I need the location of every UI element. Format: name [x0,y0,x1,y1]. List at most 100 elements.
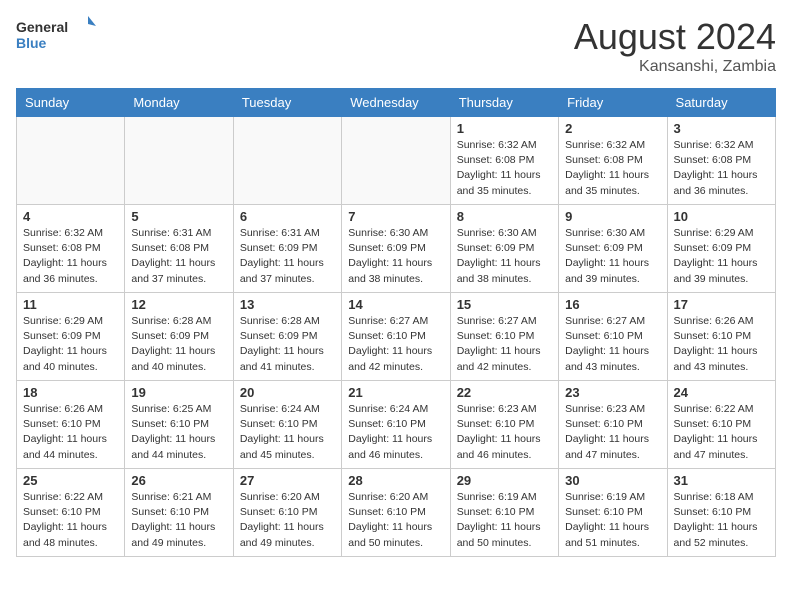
calendar-cell: 2Sunrise: 6:32 AMSunset: 6:08 PMDaylight… [559,117,667,205]
day-number: 7 [348,209,443,224]
generalblue-logo-icon: General Blue [16,16,96,54]
day-info: Sunrise: 6:25 AMSunset: 6:10 PMDaylight:… [131,402,226,463]
header-saturday: Saturday [667,89,775,117]
header-friday: Friday [559,89,667,117]
day-number: 1 [457,121,552,136]
calendar-cell: 15 Sunrise: 6:27 AMSunset: 6:10 PMDayligh… [450,293,558,381]
calendar-cell: 20 Sunrise: 6:24 AMSunset: 6:10 PMDayligh… [233,381,341,469]
svg-text:General: General [16,19,68,35]
header-wednesday: Wednesday [342,89,450,117]
day-info: Sunrise: 6:18 AMSunset: 6:10 PMDaylight:… [674,490,769,551]
title-area: August 2024 Kansanshi, Zambia [574,16,776,76]
calendar-cell: 19 Sunrise: 6:25 AMSunset: 6:10 PMDayligh… [125,381,233,469]
day-info: Sunrise: 6:32 AMSunset: 6:08 PMDaylight:… [674,138,769,199]
calendar-cell: 16Sunrise: 6:27 AMSunset: 6:10 PMDayligh… [559,293,667,381]
day-info: Sunrise: 6:30 AMSunset: 6:09 PMDaylight:… [565,226,660,287]
calendar-cell: 9 Sunrise: 6:30 AMSunset: 6:09 PMDaylight… [559,205,667,293]
day-info: Sunrise: 6:26 AMSunset: 6:10 PMDaylight:… [674,314,769,375]
calendar-cell [17,117,125,205]
calendar-cell [342,117,450,205]
day-number: 23 [565,385,660,400]
calendar-cell: 30 Sunrise: 6:19 AMSunset: 6:10 PMDayligh… [559,469,667,557]
day-number: 27 [240,473,335,488]
day-info: Sunrise: 6:32 AMSunset: 6:08 PMDaylight:… [23,226,118,287]
calendar-cell: 5 Sunrise: 6:31 AMSunset: 6:08 PMDaylight… [125,205,233,293]
day-number: 29 [457,473,552,488]
day-number: 30 [565,473,660,488]
day-number: 8 [457,209,552,224]
calendar-cell: 3 Sunrise: 6:32 AMSunset: 6:08 PMDaylight… [667,117,775,205]
day-info: Sunrise: 6:29 AMSunset: 6:09 PMDaylight:… [674,226,769,287]
calendar-cell: 1 Sunrise: 6:32 AMSunset: 6:08 PMDaylight… [450,117,558,205]
day-number: 22 [457,385,552,400]
calendar-cell: 8Sunrise: 6:30 AMSunset: 6:09 PMDaylight… [450,205,558,293]
day-info: Sunrise: 6:32 AMSunset: 6:08 PMDaylight:… [457,138,552,199]
week-row-4: 18 Sunrise: 6:26 AMSunset: 6:10 PMDayligh… [17,381,776,469]
week-row-2: 4 Sunrise: 6:32 AMSunset: 6:08 PMDaylight… [17,205,776,293]
day-number: 12 [131,297,226,312]
day-info: Sunrise: 6:21 AMSunset: 6:10 PMDaylight:… [131,490,226,551]
calendar-cell: 27 Sunrise: 6:20 AMSunset: 6:10 PMDayligh… [233,469,341,557]
day-number: 26 [131,473,226,488]
day-info: Sunrise: 6:32 AMSunset: 6:08 PMDaylight:… [565,138,660,199]
calendar-cell: 14Sunrise: 6:27 AMSunset: 6:10 PMDayligh… [342,293,450,381]
calendar-title: August 2024 [574,16,776,58]
week-row-5: 25Sunrise: 6:22 AMSunset: 6:10 PMDayligh… [17,469,776,557]
header-tuesday: Tuesday [233,89,341,117]
calendar-cell [233,117,341,205]
day-number: 24 [674,385,769,400]
calendar-cell: 29 Sunrise: 6:19 AMSunset: 6:10 PMDayligh… [450,469,558,557]
svg-text:Blue: Blue [16,35,47,51]
day-number: 16 [565,297,660,312]
day-number: 18 [23,385,118,400]
day-number: 3 [674,121,769,136]
day-number: 5 [131,209,226,224]
day-info: Sunrise: 6:23 AMSunset: 6:10 PMDaylight:… [457,402,552,463]
day-info: Sunrise: 6:29 AMSunset: 6:09 PMDaylight:… [23,314,118,375]
day-info: Sunrise: 6:27 AMSunset: 6:10 PMDaylight:… [457,314,552,375]
day-number: 6 [240,209,335,224]
calendar-cell: 4 Sunrise: 6:32 AMSunset: 6:08 PMDaylight… [17,205,125,293]
day-number: 4 [23,209,118,224]
calendar-subtitle: Kansanshi, Zambia [574,58,776,76]
day-number: 28 [348,473,443,488]
day-number: 20 [240,385,335,400]
day-number: 10 [674,209,769,224]
calendar-cell: 22 Sunrise: 6:23 AMSunset: 6:10 PMDayligh… [450,381,558,469]
week-row-1: 1 Sunrise: 6:32 AMSunset: 6:08 PMDaylight… [17,117,776,205]
calendar-cell: 23 Sunrise: 6:23 AMSunset: 6:10 PMDayligh… [559,381,667,469]
logo: General Blue [16,16,96,54]
day-info: Sunrise: 6:22 AMSunset: 6:10 PMDaylight:… [23,490,118,551]
calendar-cell: 12 Sunrise: 6:28 AMSunset: 6:09 PMDayligh… [125,293,233,381]
day-info: Sunrise: 6:31 AMSunset: 6:08 PMDaylight:… [131,226,226,287]
day-info: Sunrise: 6:26 AMSunset: 6:10 PMDaylight:… [23,402,118,463]
calendar-cell: 18 Sunrise: 6:26 AMSunset: 6:10 PMDayligh… [17,381,125,469]
calendar-cell: 28 Sunrise: 6:20 AMSunset: 6:10 PMDayligh… [342,469,450,557]
day-info: Sunrise: 6:27 AMSunset: 6:10 PMDaylight:… [348,314,443,375]
day-info: Sunrise: 6:19 AMSunset: 6:10 PMDaylight:… [457,490,552,551]
day-number: 9 [565,209,660,224]
day-number: 19 [131,385,226,400]
day-info: Sunrise: 6:30 AMSunset: 6:09 PMDaylight:… [348,226,443,287]
day-number: 13 [240,297,335,312]
header-monday: Monday [125,89,233,117]
day-info: Sunrise: 6:28 AMSunset: 6:09 PMDaylight:… [131,314,226,375]
calendar-cell: 25Sunrise: 6:22 AMSunset: 6:10 PMDayligh… [17,469,125,557]
day-info: Sunrise: 6:19 AMSunset: 6:10 PMDaylight:… [565,490,660,551]
day-info: Sunrise: 6:22 AMSunset: 6:10 PMDaylight:… [674,402,769,463]
day-number: 15 [457,297,552,312]
calendar-cell: 31Sunrise: 6:18 AMSunset: 6:10 PMDayligh… [667,469,775,557]
header-sunday: Sunday [17,89,125,117]
day-info: Sunrise: 6:20 AMSunset: 6:10 PMDaylight:… [348,490,443,551]
day-info: Sunrise: 6:31 AMSunset: 6:09 PMDaylight:… [240,226,335,287]
days-header-row: Sunday Monday Tuesday Wednesday Thursday… [17,89,776,117]
calendar-cell: 24 Sunrise: 6:22 AMSunset: 6:10 PMDayligh… [667,381,775,469]
day-info: Sunrise: 6:24 AMSunset: 6:10 PMDaylight:… [240,402,335,463]
header: General Blue August 2024 Kansanshi, Zamb… [16,16,776,76]
day-info: Sunrise: 6:20 AMSunset: 6:10 PMDaylight:… [240,490,335,551]
day-info: Sunrise: 6:23 AMSunset: 6:10 PMDaylight:… [565,402,660,463]
day-info: Sunrise: 6:24 AMSunset: 6:10 PMDaylight:… [348,402,443,463]
day-number: 11 [23,297,118,312]
calendar-cell: 26 Sunrise: 6:21 AMSunset: 6:10 PMDayligh… [125,469,233,557]
calendar-table: Sunday Monday Tuesday Wednesday Thursday… [16,88,776,557]
